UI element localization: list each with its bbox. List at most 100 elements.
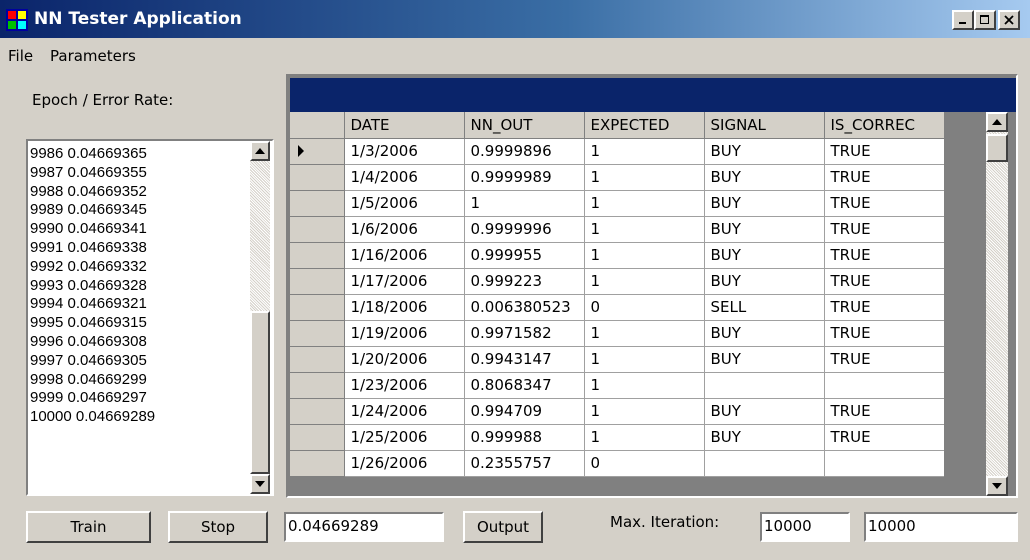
cell-expected[interactable]: 1 bbox=[584, 320, 705, 347]
cell-date[interactable]: 1/18/2006 bbox=[344, 294, 465, 321]
epoch-error-entry[interactable]: 9991 0.04669338 bbox=[30, 239, 244, 258]
list-scroll-down-button[interactable] bbox=[250, 474, 270, 494]
column-header-expected[interactable]: EXPECTED bbox=[584, 112, 705, 139]
list-vertical-scrollbar[interactable] bbox=[250, 141, 270, 494]
epoch-error-list[interactable]: 9986 0.04669365 9987 0.04669355 9988 0.046… bbox=[26, 139, 274, 496]
grid-vertical-scrollbar[interactable] bbox=[986, 112, 1008, 496]
cell-expected[interactable]: 1 bbox=[584, 398, 705, 425]
cell-date[interactable]: 1/3/2006 bbox=[344, 138, 465, 165]
cell-is-correc[interactable]: TRUE bbox=[824, 346, 945, 373]
cell-nn-out[interactable]: 0.2355757 bbox=[464, 450, 585, 477]
cell-signal[interactable]: BUY bbox=[704, 190, 825, 217]
cell-expected[interactable]: 1 bbox=[584, 424, 705, 451]
cell-expected[interactable]: 1 bbox=[584, 346, 705, 373]
table-row[interactable]: 1/26/2006 0.2355757 0 bbox=[290, 450, 945, 477]
cell-nn-out[interactable]: 0.9999996 bbox=[464, 216, 585, 243]
row-header[interactable] bbox=[290, 346, 345, 373]
table-row[interactable]: 1/4/2006 0.9999989 1 BUY TRUE bbox=[290, 164, 945, 191]
cell-nn-out[interactable]: 0.9999896 bbox=[464, 138, 585, 165]
epoch-error-entry[interactable]: 9996 0.04669308 bbox=[30, 333, 244, 352]
row-header[interactable] bbox=[290, 216, 345, 243]
row-header[interactable] bbox=[290, 424, 345, 451]
output-button[interactable]: Output bbox=[463, 511, 543, 543]
cell-signal[interactable]: BUY bbox=[704, 216, 825, 243]
table-row[interactable]: 1/5/2006 1 1 BUY TRUE bbox=[290, 190, 945, 217]
cell-is-correc[interactable]: TRUE bbox=[824, 216, 945, 243]
cell-is-correc[interactable]: TRUE bbox=[824, 424, 945, 451]
cell-date[interactable]: 1/25/2006 bbox=[344, 424, 465, 451]
cell-signal[interactable]: BUY bbox=[704, 424, 825, 451]
epoch-error-entry[interactable]: 9994 0.04669321 bbox=[30, 295, 244, 314]
cell-is-correc[interactable] bbox=[824, 450, 945, 477]
row-header[interactable] bbox=[290, 450, 345, 477]
epoch-error-entry[interactable]: 9988 0.04669352 bbox=[30, 183, 244, 202]
cell-expected[interactable]: 1 bbox=[584, 372, 705, 399]
max-iteration-field[interactable]: 10000 bbox=[760, 512, 850, 542]
cell-is-correc[interactable]: TRUE bbox=[824, 268, 945, 295]
table-row[interactable]: 1/19/2006 0.9971582 1 BUY TRUE bbox=[290, 320, 945, 347]
cell-is-correc[interactable] bbox=[824, 372, 945, 399]
cell-date[interactable]: 1/24/2006 bbox=[344, 398, 465, 425]
epoch-error-entry[interactable]: 9990 0.04669341 bbox=[30, 220, 244, 239]
cell-nn-out[interactable]: 0.999223 bbox=[464, 268, 585, 295]
table-row[interactable]: 1/24/2006 0.994709 1 BUY TRUE bbox=[290, 398, 945, 425]
cell-nn-out[interactable]: 1 bbox=[464, 190, 585, 217]
list-scroll-thumb[interactable] bbox=[250, 311, 270, 474]
cell-expected[interactable]: 1 bbox=[584, 216, 705, 243]
row-header[interactable] bbox=[290, 164, 345, 191]
error-value-field[interactable]: 0.04669289 bbox=[284, 512, 444, 542]
epoch-error-entry[interactable]: 9998 0.04669299 bbox=[30, 371, 244, 390]
row-header[interactable] bbox=[290, 138, 345, 165]
cell-date[interactable]: 1/5/2006 bbox=[344, 190, 465, 217]
cell-date[interactable]: 1/20/2006 bbox=[344, 346, 465, 373]
cell-nn-out[interactable]: 0.9971582 bbox=[464, 320, 585, 347]
table-row[interactable]: 1/6/2006 0.9999996 1 BUY TRUE bbox=[290, 216, 945, 243]
epoch-error-entry[interactable]: 10000 0.04669289 bbox=[30, 408, 244, 427]
cell-is-correc[interactable]: TRUE bbox=[824, 190, 945, 217]
column-header-nn-out[interactable]: NN_OUT bbox=[464, 112, 585, 139]
cell-is-correc[interactable]: TRUE bbox=[824, 164, 945, 191]
cell-nn-out[interactable]: 0.999988 bbox=[464, 424, 585, 451]
cell-expected[interactable]: 1 bbox=[584, 138, 705, 165]
epoch-error-entry[interactable]: 9992 0.04669332 bbox=[30, 258, 244, 277]
title-bar[interactable]: NN Tester Application bbox=[0, 0, 1030, 38]
cell-signal[interactable] bbox=[704, 372, 825, 399]
cell-nn-out[interactable]: 0.994709 bbox=[464, 398, 585, 425]
column-header-date[interactable]: DATE bbox=[344, 112, 465, 139]
table-row[interactable]: 1/3/2006 0.9999896 1 BUY TRUE bbox=[290, 138, 945, 165]
grid-scroll-down-button[interactable] bbox=[986, 476, 1008, 496]
table-row[interactable]: 1/20/2006 0.9943147 1 BUY TRUE bbox=[290, 346, 945, 373]
grid-scroll-up-button[interactable] bbox=[986, 112, 1008, 132]
cell-expected[interactable]: 1 bbox=[584, 242, 705, 269]
menu-file[interactable]: File bbox=[8, 46, 33, 66]
list-scroll-up-button[interactable] bbox=[250, 141, 270, 161]
epoch-error-entry[interactable]: 9993 0.04669328 bbox=[30, 277, 244, 296]
cell-signal[interactable]: BUY bbox=[704, 320, 825, 347]
cell-nn-out[interactable]: 0.006380523 bbox=[464, 294, 585, 321]
cell-date[interactable]: 1/26/2006 bbox=[344, 450, 465, 477]
cell-signal[interactable]: BUY bbox=[704, 138, 825, 165]
cell-signal[interactable]: SELL bbox=[704, 294, 825, 321]
row-header[interactable] bbox=[290, 190, 345, 217]
cell-expected[interactable]: 1 bbox=[584, 164, 705, 191]
close-button[interactable] bbox=[998, 10, 1020, 30]
table-row[interactable]: 1/16/2006 0.999955 1 BUY TRUE bbox=[290, 242, 945, 269]
iteration-field[interactable]: 10000 bbox=[864, 512, 1018, 542]
cell-is-correc[interactable]: TRUE bbox=[824, 294, 945, 321]
epoch-error-entry[interactable]: 9997 0.04669305 bbox=[30, 352, 244, 371]
cell-expected[interactable]: 0 bbox=[584, 450, 705, 477]
stop-button[interactable]: Stop bbox=[168, 511, 268, 543]
cell-nn-out[interactable]: 0.9943147 bbox=[464, 346, 585, 373]
minimize-button[interactable] bbox=[952, 10, 974, 30]
train-button[interactable]: Train bbox=[26, 511, 151, 543]
epoch-error-entry[interactable]: 9989 0.04669345 bbox=[30, 201, 244, 220]
cell-is-correc[interactable]: TRUE bbox=[824, 320, 945, 347]
column-header-signal[interactable]: SIGNAL bbox=[704, 112, 825, 139]
cell-nn-out[interactable]: 0.8068347 bbox=[464, 372, 585, 399]
cell-is-correc[interactable]: TRUE bbox=[824, 242, 945, 269]
cell-signal[interactable]: BUY bbox=[704, 398, 825, 425]
cell-is-correc[interactable]: TRUE bbox=[824, 398, 945, 425]
menu-parameters[interactable]: Parameters bbox=[50, 46, 136, 66]
table-row[interactable]: 1/18/2006 0.006380523 0 SELL TRUE bbox=[290, 294, 945, 321]
grid-scroll-thumb[interactable] bbox=[986, 134, 1008, 162]
